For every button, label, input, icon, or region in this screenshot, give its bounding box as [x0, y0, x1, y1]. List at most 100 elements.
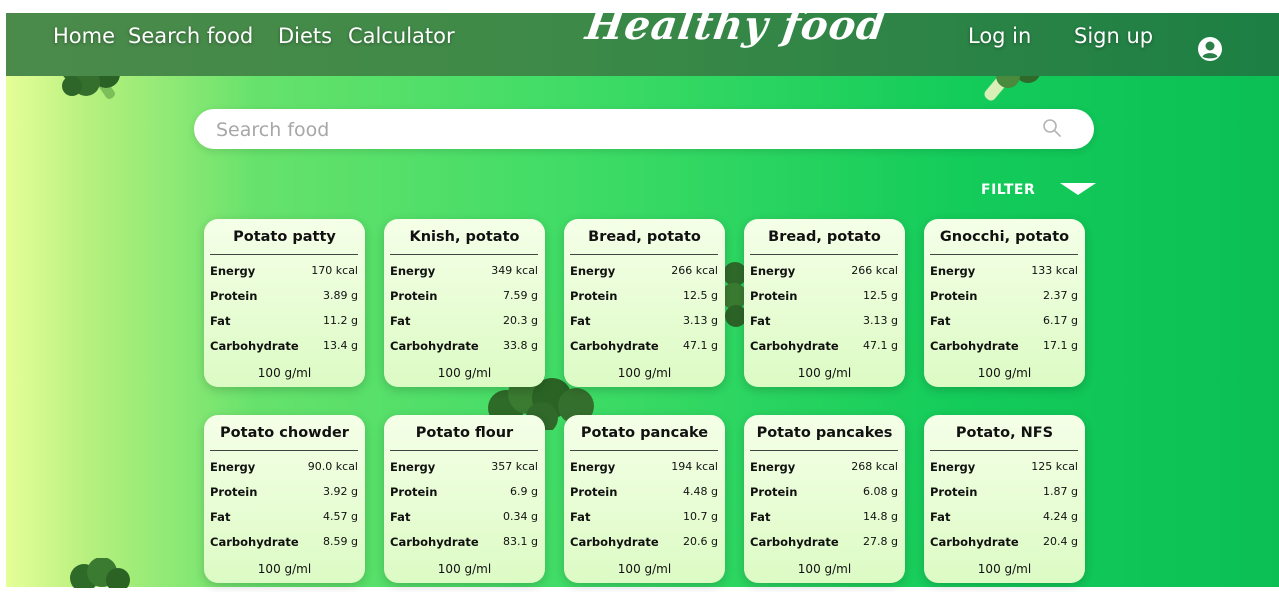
- site-logo[interactable]: Healthy food: [583, 2, 889, 49]
- signup-link[interactable]: Sign up: [1074, 24, 1153, 48]
- energy-row: Energy 125 kcal: [930, 460, 1078, 476]
- carbohydrate-value: 47.1 g: [863, 339, 898, 352]
- fat-row: Fat 4.24 g: [930, 510, 1078, 526]
- energy-value: 266 kcal: [671, 264, 718, 277]
- serving-unit: 100 g/ml: [977, 366, 1032, 380]
- filter-button[interactable]: FILTER: [981, 182, 1035, 198]
- food-card[interactable]: Potato pancakes Energy 268 kcal Protein 6.…: [744, 415, 905, 583]
- energy-label: Energy: [210, 460, 256, 474]
- user-circle-icon[interactable]: [1197, 36, 1223, 62]
- protein-label: Protein: [390, 485, 438, 499]
- serving-unit: 100 g/ml: [437, 366, 492, 380]
- carbohydrate-row: Carbohydrate 33.8 g: [390, 339, 538, 355]
- divider: [750, 450, 898, 451]
- fat-row: Fat 3.13 g: [570, 314, 718, 330]
- fat-label: Fat: [750, 314, 771, 328]
- divider: [750, 254, 898, 255]
- energy-row: Energy 266 kcal: [750, 264, 898, 280]
- food-card-title: Potato patty: [233, 229, 336, 245]
- fat-row: Fat 11.2 g: [210, 314, 358, 330]
- food-card[interactable]: Potato, NFS Energy 125 kcal Protein 1.87 g…: [924, 415, 1085, 583]
- carbohydrate-label: Carbohydrate: [750, 339, 839, 353]
- fat-row: Fat 10.7 g: [570, 510, 718, 526]
- carbohydrate-row: Carbohydrate 20.4 g: [930, 535, 1078, 551]
- fat-value: 4.24 g: [1043, 510, 1078, 523]
- serving-unit: 100 g/ml: [797, 366, 852, 380]
- search-icon[interactable]: [1042, 118, 1062, 138]
- food-card[interactable]: Gnocchi, potato Energy 133 kcal Protein 2.…: [924, 219, 1085, 387]
- carbohydrate-row: Carbohydrate 47.1 g: [570, 339, 718, 355]
- energy-label: Energy: [750, 460, 796, 474]
- carbohydrate-row: Carbohydrate 20.6 g: [570, 535, 718, 551]
- fat-label: Fat: [930, 510, 951, 524]
- food-card[interactable]: Potato patty Energy 170 kcal Protein 3.89 …: [204, 219, 365, 387]
- energy-value: 268 kcal: [851, 460, 898, 473]
- fat-label: Fat: [390, 314, 411, 328]
- energy-row: Energy 90.0 kcal: [210, 460, 358, 476]
- divider: [570, 254, 718, 255]
- food-card[interactable]: Bread, potato Energy 266 kcal Protein 12.5…: [564, 219, 725, 387]
- carbohydrate-value: 17.1 g: [1043, 339, 1078, 352]
- food-card-title: Gnocchi, potato: [939, 229, 1070, 245]
- fat-label: Fat: [390, 510, 411, 524]
- caret-down-icon[interactable]: [1060, 183, 1096, 197]
- protein-value: 1.87 g: [1043, 485, 1078, 498]
- protein-row: Protein 3.92 g: [210, 485, 358, 501]
- serving-unit: 100 g/ml: [617, 562, 672, 576]
- food-card[interactable]: Potato pancake Energy 194 kcal Protein 4.4…: [564, 415, 725, 583]
- protein-row: Protein 12.5 g: [570, 289, 718, 305]
- carbohydrate-value: 20.6 g: [683, 535, 718, 548]
- carbohydrate-label: Carbohydrate: [210, 339, 299, 353]
- food-card[interactable]: Potato chowder Energy 90.0 kcal Protein 3.…: [204, 415, 365, 583]
- protein-label: Protein: [930, 289, 978, 303]
- fat-value: 14.8 g: [863, 510, 898, 523]
- food-card[interactable]: Knish, potato Energy 349 kcal Protein 7.59…: [384, 219, 545, 387]
- food-card-title: Potato pancakes: [756, 425, 893, 441]
- protein-row: Protein 4.48 g: [570, 485, 718, 501]
- nav-home-link[interactable]: Home: [53, 24, 115, 48]
- divider: [210, 254, 358, 255]
- food-card-title: Potato flour: [415, 425, 514, 441]
- fat-value: 10.7 g: [683, 510, 718, 523]
- fat-label: Fat: [930, 314, 951, 328]
- broccoli-decoration: [70, 558, 130, 588]
- energy-label: Energy: [570, 264, 616, 278]
- fat-row: Fat 6.17 g: [930, 314, 1078, 330]
- serving-unit: 100 g/ml: [977, 562, 1032, 576]
- energy-label: Energy: [570, 460, 616, 474]
- serving-unit: 100 g/ml: [437, 562, 492, 576]
- divider: [930, 254, 1078, 255]
- energy-row: Energy 357 kcal: [390, 460, 538, 476]
- nav-search-food-link[interactable]: Search food: [128, 24, 253, 48]
- login-link[interactable]: Log in: [968, 24, 1031, 48]
- fat-value: 3.13 g: [863, 314, 898, 327]
- energy-value: 266 kcal: [851, 264, 898, 277]
- food-card-title: Potato, NFS: [955, 425, 1054, 441]
- serving-unit: 100 g/ml: [797, 562, 852, 576]
- nav-calculator-link[interactable]: Calculator: [348, 24, 455, 48]
- nav-diets-link[interactable]: Diets: [278, 24, 332, 48]
- energy-row: Energy 170 kcal: [210, 264, 358, 280]
- food-card[interactable]: Potato flour Energy 357 kcal Protein 6.9 g…: [384, 415, 545, 583]
- food-card-title: Bread, potato: [588, 229, 701, 245]
- serving-unit: 100 g/ml: [257, 366, 312, 380]
- carbohydrate-value: 27.8 g: [863, 535, 898, 548]
- energy-value: 349 kcal: [491, 264, 538, 277]
- protein-label: Protein: [210, 289, 258, 303]
- energy-row: Energy 133 kcal: [930, 264, 1078, 280]
- protein-row: Protein 2.37 g: [930, 289, 1078, 305]
- carbohydrate-row: Carbohydrate 17.1 g: [930, 339, 1078, 355]
- carbohydrate-label: Carbohydrate: [570, 535, 659, 549]
- fat-label: Fat: [570, 510, 591, 524]
- carbohydrate-label: Carbohydrate: [930, 535, 1019, 549]
- fat-row: Fat 3.13 g: [750, 314, 898, 330]
- carbohydrate-value: 83.1 g: [503, 535, 538, 548]
- carbohydrate-label: Carbohydrate: [750, 535, 839, 549]
- carbohydrate-value: 33.8 g: [503, 339, 538, 352]
- carbohydrate-label: Carbohydrate: [570, 339, 659, 353]
- food-card[interactable]: Bread, potato Energy 266 kcal Protein 12.5…: [744, 219, 905, 387]
- food-card-title: Bread, potato: [768, 229, 881, 245]
- protein-label: Protein: [750, 485, 798, 499]
- search-input[interactable]: [214, 109, 1018, 151]
- carbohydrate-row: Carbohydrate 8.59 g: [210, 535, 358, 551]
